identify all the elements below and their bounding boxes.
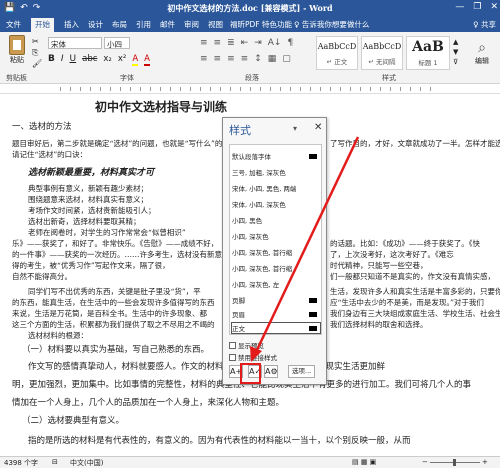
arrow-head xyxy=(250,346,262,362)
arrow-shaft xyxy=(254,136,360,353)
zoom-slider[interactable] xyxy=(430,459,480,466)
zoom-in-button[interactable]: + xyxy=(482,458,488,466)
status-bar: 4398 个字 ⊟ 中文(中国) ▤ ▦ ▣ − + xyxy=(0,456,500,468)
zoom-out-button[interactable]: − xyxy=(422,458,428,466)
proofing-icon[interactable]: ⊟ xyxy=(52,458,58,466)
language-indicator[interactable]: 中文(中国) xyxy=(70,458,103,468)
word-count[interactable]: 4398 个字 xyxy=(4,458,38,468)
annotation-arrow xyxy=(250,136,360,362)
view-buttons[interactable]: ▤ ▦ ▣ xyxy=(352,458,376,466)
